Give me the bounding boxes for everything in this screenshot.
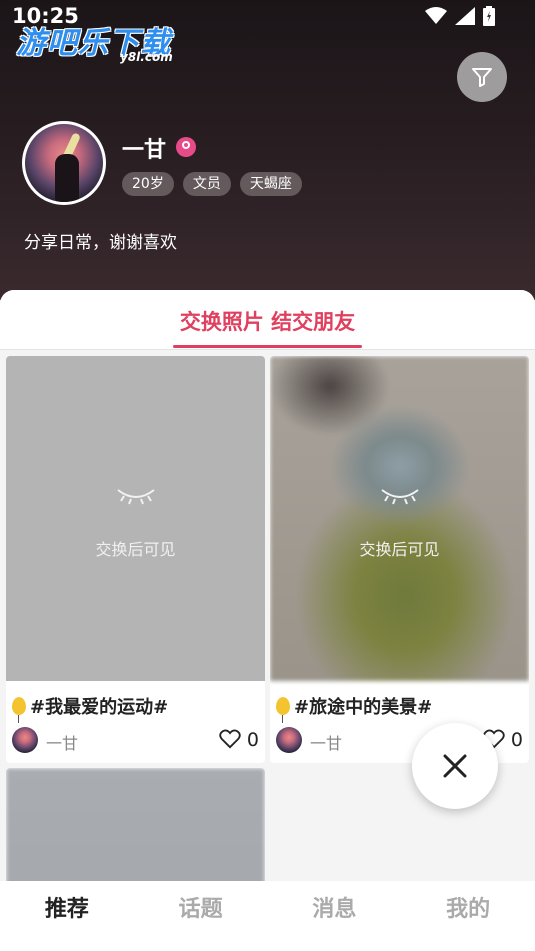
author-avatar[interactable] xyxy=(12,727,38,753)
close-icon xyxy=(443,754,467,778)
like-count: 0 xyxy=(246,729,259,751)
profile-bio: 分享日常，谢谢喜欢 xyxy=(24,233,177,253)
card-topic[interactable]: #旅途中的美景# xyxy=(276,693,433,723)
profile-header: 10:25 游吧乐下载 y8l.com 一甘 20岁 文员 天蝎座 分享日常，谢… xyxy=(0,0,535,300)
watermark-site: y8l.com xyxy=(120,50,173,64)
nav-mine[interactable]: 我的 xyxy=(401,881,535,951)
nav-recommend[interactable]: 推荐 xyxy=(0,881,134,951)
battery-icon xyxy=(483,6,495,26)
close-fab-button[interactable] xyxy=(412,723,498,809)
heart-icon[interactable] xyxy=(219,729,241,749)
author-avatar[interactable] xyxy=(276,727,302,753)
profile-avatar[interactable] xyxy=(22,121,106,205)
nav-topics[interactable]: 话题 xyxy=(134,881,268,951)
eye-closed-icon xyxy=(381,489,419,505)
tag-job: 文员 xyxy=(182,172,231,196)
bottom-navigation: 推荐 话题 消息 我的 xyxy=(0,881,535,951)
card-topic-text: #我最爱的运动# xyxy=(30,697,169,718)
balloon-icon xyxy=(12,697,26,723)
balloon-icon xyxy=(276,697,290,723)
card-topic[interactable]: #我最爱的运动# xyxy=(12,693,169,723)
status-icons xyxy=(425,6,495,26)
tag-zodiac: 天蝎座 xyxy=(239,172,302,196)
card-topic-text: #旅途中的美景# xyxy=(294,697,433,718)
filter-icon xyxy=(472,68,492,87)
photo-card[interactable]: 交换后可见 #我最爱的运动# 一甘 0 xyxy=(6,356,265,763)
signal-icon xyxy=(455,7,475,25)
photo-card[interactable]: 交换后可见 #旅途中的美景# 一甘 0 xyxy=(270,356,529,763)
locked-label: 交换后可见 xyxy=(95,540,176,559)
locked-label: 交换后可见 xyxy=(359,540,440,559)
author-name: 一甘 xyxy=(310,734,343,753)
tab-indicator xyxy=(173,345,362,348)
filter-button[interactable] xyxy=(457,52,507,102)
tab-exchange-photos[interactable]: 交换照片 结交朋友 xyxy=(0,306,535,336)
tag-age: 20岁 xyxy=(122,172,174,196)
wifi-icon xyxy=(425,7,447,24)
tab-bar: 交换照片 结交朋友 xyxy=(0,290,535,350)
eye-closed-icon xyxy=(117,489,155,505)
profile-tags: 20岁 文员 天蝎座 xyxy=(122,172,302,196)
card-footer: 一甘 0 xyxy=(12,726,259,754)
like-count: 0 xyxy=(510,729,523,751)
profile-name: 一甘 xyxy=(122,138,167,163)
content-sheet: 交换照片 结交朋友 交换后可见 #我最爱的运动# 一甘 0 交换后可见 #旅途中… xyxy=(0,290,535,951)
author-name: 一甘 xyxy=(46,734,79,753)
female-gender-icon xyxy=(176,137,196,157)
nav-messages[interactable]: 消息 xyxy=(268,881,402,951)
